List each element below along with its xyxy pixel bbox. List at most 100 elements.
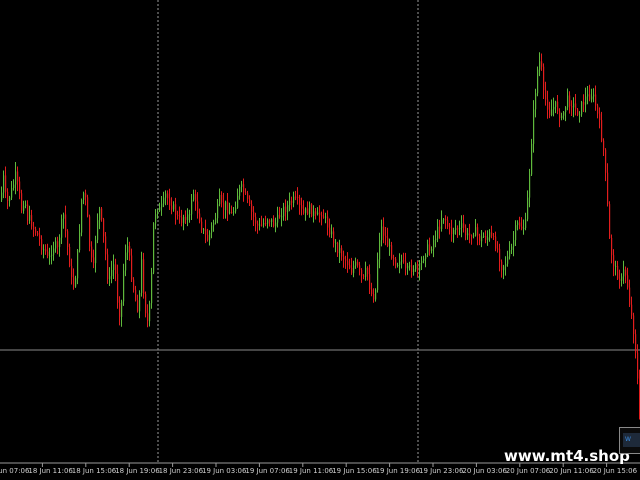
candle-body [149, 303, 151, 322]
candle-body [93, 257, 95, 264]
candle-body [119, 302, 121, 317]
candle-body [595, 94, 597, 106]
candle-body [491, 232, 493, 236]
candle-body [15, 171, 17, 185]
mini-panel[interactable]: W [619, 427, 640, 454]
candle-body [251, 204, 253, 212]
candle-body [45, 249, 47, 252]
candle-body [19, 181, 21, 194]
candle-body [289, 200, 291, 206]
candle-body [223, 202, 225, 210]
candle-body [237, 195, 239, 208]
candle-body [163, 197, 165, 204]
candle-body [317, 212, 319, 215]
candle-body [513, 240, 515, 247]
candle-body [187, 214, 189, 220]
candle-body [173, 204, 175, 210]
candle-body [437, 226, 439, 239]
mini-panel-letter: W [625, 436, 631, 443]
candle-body [561, 115, 563, 118]
candle-body [433, 240, 435, 249]
candle-body [209, 232, 211, 241]
time-tick-label: 20 Jun 11:06 [549, 467, 594, 475]
candle-body [265, 223, 267, 224]
candle-body [245, 192, 247, 194]
candle-body [489, 232, 491, 238]
candle-body [55, 241, 57, 249]
candle-body [61, 218, 63, 238]
candle-body [53, 248, 55, 255]
time-tick-label: 19 Jun 11:06 [289, 467, 334, 475]
candle-body [353, 265, 355, 273]
price-chart[interactable]: 18 Jun 07:0618 Jun 11:0618 Jun 15:0618 J… [0, 0, 640, 480]
candle-body [241, 184, 243, 187]
candle-body [447, 220, 449, 227]
candle-body [269, 220, 271, 222]
candle-body [211, 225, 213, 233]
candle-body [295, 196, 297, 198]
candle-body [321, 215, 323, 217]
candle-body [287, 205, 289, 212]
candle-body [359, 265, 361, 270]
candle-body [67, 231, 69, 247]
candle-body [121, 301, 123, 317]
time-tick-label: 19 Jun 07:06 [245, 467, 290, 475]
candle-body [315, 211, 317, 215]
candle-body [291, 200, 293, 203]
candle-body [225, 201, 227, 211]
candle-body [551, 109, 553, 115]
candle-body [115, 264, 117, 274]
candle-body [43, 249, 45, 251]
candle-body [275, 222, 277, 227]
candle-body [475, 227, 477, 236]
candle-body [635, 334, 637, 353]
candle-body [57, 241, 59, 248]
candle-body [181, 217, 183, 223]
candle-body [419, 263, 421, 271]
candle-body [129, 246, 131, 256]
candle-body [631, 304, 633, 316]
candle-body [581, 102, 583, 115]
candle-body [205, 229, 207, 235]
candle-body [387, 237, 389, 246]
candle-body [407, 265, 409, 269]
candle-body [87, 197, 89, 217]
candle-body [127, 246, 129, 253]
candle-body [239, 186, 241, 196]
candle-body [199, 213, 201, 222]
candle-body [89, 216, 91, 247]
candle-body [435, 238, 437, 241]
candle-body [525, 219, 527, 228]
time-tick-label: 19 Jun 19:06 [376, 467, 421, 475]
candle-body [141, 259, 143, 293]
candle-body [247, 193, 249, 200]
candle-body [131, 255, 133, 280]
candle-body [559, 111, 561, 118]
candle-body [83, 193, 85, 200]
candle-body [283, 206, 285, 217]
candle-body [401, 260, 403, 262]
candle-body [35, 229, 37, 233]
candle-body [105, 236, 107, 255]
candle-body [415, 264, 417, 270]
candle-body [157, 210, 159, 215]
candle-body [389, 245, 391, 247]
candle-body [75, 278, 77, 287]
candle-body [189, 214, 191, 216]
time-tick-label: 19 Jun 23:06 [419, 467, 464, 475]
candle-body [439, 226, 441, 229]
candle-body [345, 259, 347, 261]
candle-body [49, 255, 51, 257]
candle-body [535, 93, 537, 110]
candle-body [347, 260, 349, 266]
candle-body [107, 254, 109, 280]
candle-body [51, 254, 53, 256]
candle-body [565, 107, 567, 113]
candle-body [471, 235, 473, 237]
candle-body [91, 246, 93, 258]
candle-body [23, 205, 25, 211]
candle-body [217, 204, 219, 219]
candle-body [219, 195, 221, 205]
candle-body [255, 216, 257, 224]
candle-body [169, 198, 171, 206]
